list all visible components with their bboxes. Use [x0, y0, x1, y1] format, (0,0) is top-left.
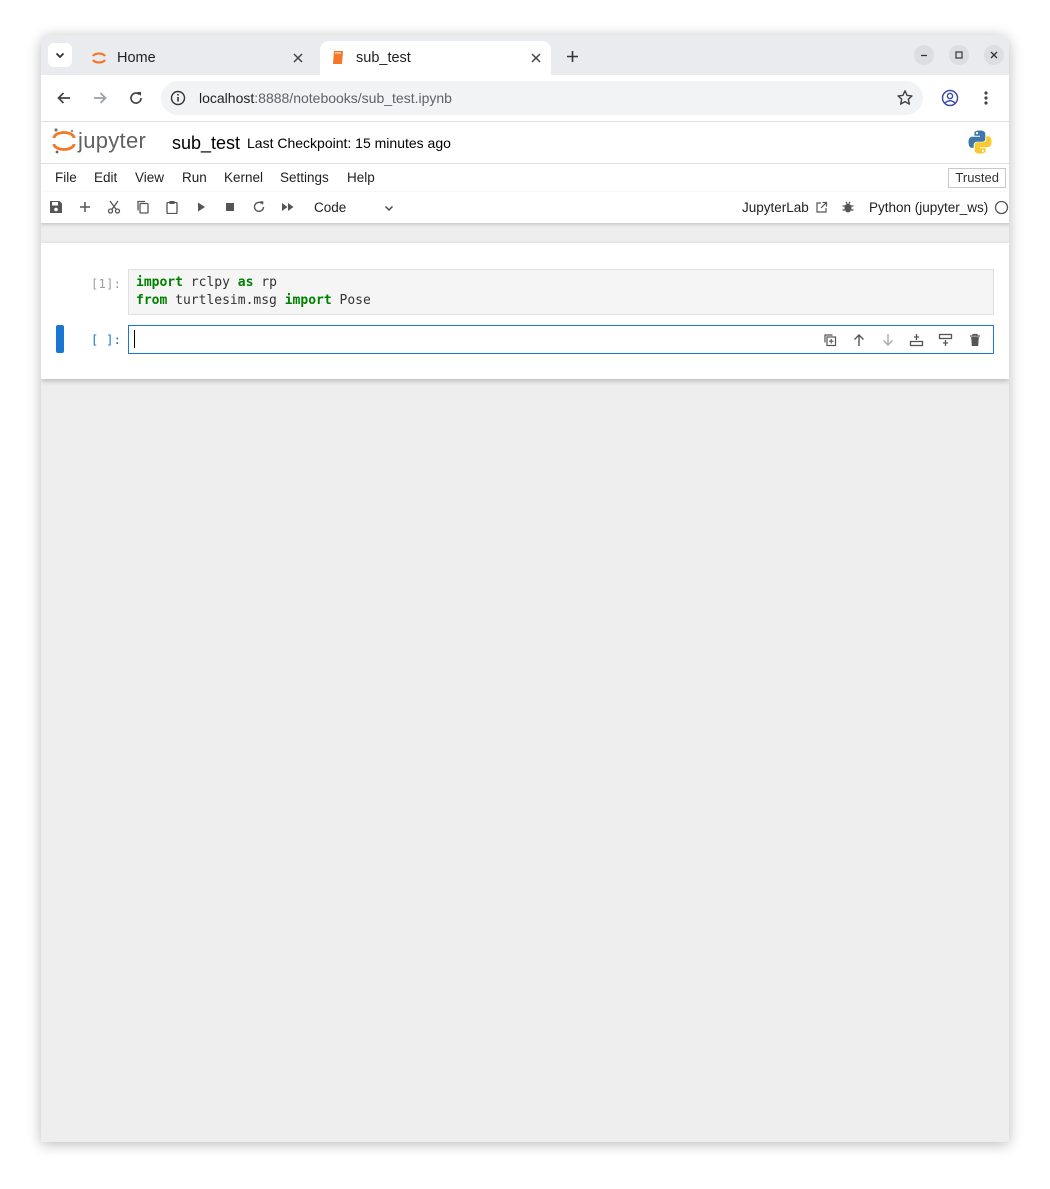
jupyter-header: jupyter sub_test Last Checkpoint: 15 min… [41, 122, 1009, 163]
tab-title: Home [117, 50, 156, 66]
url-host: localhost [199, 90, 255, 106]
jupyter-favicon-icon [91, 50, 107, 66]
save-icon[interactable] [47, 198, 65, 216]
more-vert-icon [984, 91, 988, 105]
browser-window: Home sub_test localhost:8888/notebooks/s… [41, 35, 1009, 1142]
arrow-right-icon [94, 92, 107, 104]
minimize-button[interactable] [914, 45, 934, 65]
site-info-icon[interactable] [169, 89, 187, 107]
account-circle-icon [941, 89, 959, 107]
delete-cell-icon[interactable] [960, 330, 989, 350]
active-code-cell-input[interactable] [128, 325, 994, 354]
bookmark-star-icon[interactable] [895, 88, 915, 108]
code-line: from turtlesim.msg import Pose [129, 292, 993, 310]
notebook-title[interactable]: sub_test [172, 133, 240, 154]
code-token: turtlesim.msg [167, 293, 285, 308]
run-icon[interactable] [192, 198, 210, 216]
tab-strip: Home sub_test [41, 35, 1009, 75]
kernel-name[interactable]: Python (jupyter_ws) [869, 200, 988, 215]
close-icon [990, 51, 998, 59]
text-cursor [134, 330, 135, 348]
chevron-down-icon [55, 52, 65, 59]
tab-search-button[interactable] [48, 43, 72, 67]
code-keyword: from [136, 293, 168, 308]
window-close-button[interactable] [984, 45, 1004, 65]
fast-forward-icon[interactable] [279, 198, 297, 216]
tab-sub-test[interactable]: sub_test [320, 41, 551, 75]
cell-prompt: [ ]: [90, 332, 121, 347]
code-line: import rclpy as rp [129, 274, 993, 292]
duplicate-cell-icon[interactable] [815, 330, 844, 350]
code-keyword: as [237, 275, 254, 290]
code-cell-input[interactable]: import rclpy as rp from turtlesim.msg imp… [128, 269, 994, 315]
trusted-indicator[interactable]: Trusted [948, 168, 1006, 188]
minimize-icon [921, 54, 927, 57]
copy-icon[interactable] [134, 198, 152, 216]
cut-icon[interactable] [105, 198, 123, 216]
move-up-icon[interactable] [844, 330, 873, 350]
maximize-icon [955, 51, 963, 59]
close-tab-icon[interactable] [527, 49, 545, 67]
notebook-panel: [1]: import rclpy as rp from turtlesim.ms… [41, 243, 1009, 379]
insert-above-icon[interactable] [902, 330, 931, 350]
cell-prompt: [1]: [90, 276, 121, 291]
tab-title: sub_test [356, 50, 411, 66]
notebook-favicon-icon [330, 50, 346, 66]
profile-button[interactable] [937, 85, 963, 111]
url-path: :8888/notebooks/sub_test.ipynb [254, 90, 452, 106]
menu-file[interactable]: File [55, 170, 77, 185]
menu-run[interactable]: Run [182, 170, 207, 185]
browser-toolbar: localhost:8888/notebooks/sub_test.ipynb [41, 75, 1009, 122]
reload-button[interactable] [123, 85, 149, 111]
code-token: rclpy [182, 275, 238, 290]
external-link-icon[interactable] [812, 198, 830, 216]
maximize-button[interactable] [949, 45, 969, 65]
new-tab-button[interactable] [561, 45, 583, 67]
back-button[interactable] [51, 85, 77, 111]
bug-icon[interactable] [839, 198, 857, 216]
menu-help[interactable]: Help [347, 170, 375, 185]
chevron-down-icon[interactable] [383, 201, 395, 217]
paste-icon[interactable] [163, 198, 181, 216]
notebook-toolbar: Code JupyterLab Python (jupyter_ws) [41, 192, 1009, 224]
forward-button[interactable] [87, 85, 113, 111]
menu-view[interactable]: View [135, 170, 164, 185]
jupyter-logo-icon [52, 128, 76, 154]
cell-toolbar [815, 330, 989, 350]
cell-type-select[interactable]: Code [314, 200, 346, 215]
tab-home[interactable]: Home [81, 41, 313, 75]
code-token: Pose [331, 293, 371, 308]
jupyter-logo[interactable]: jupyter [52, 127, 146, 155]
reload-icon [130, 92, 142, 104]
code-keyword: import [136, 275, 183, 290]
arrow-left-icon [57, 92, 70, 104]
stop-icon[interactable] [221, 198, 239, 216]
menu-settings[interactable]: Settings [280, 170, 329, 185]
url-text: localhost:8888/notebooks/sub_test.ipynb [199, 89, 452, 107]
jupyter-logo-text: jupyter [78, 128, 147, 153]
browser-menu-button[interactable] [973, 85, 999, 111]
add-cell-icon[interactable] [76, 198, 94, 216]
code-token: rp [253, 275, 277, 290]
menu-edit[interactable]: Edit [94, 170, 117, 185]
address-bar[interactable]: localhost:8888/notebooks/sub_test.ipynb [161, 81, 923, 115]
restart-icon[interactable] [250, 198, 268, 216]
menu-kernel[interactable]: Kernel [224, 170, 263, 185]
menu-bar: File Edit View Run Kernel Settings Help … [41, 163, 1009, 193]
open-jupyterlab-link[interactable]: JupyterLab [742, 200, 809, 215]
last-checkpoint: Last Checkpoint: 15 minutes ago [247, 135, 451, 151]
close-tab-icon[interactable] [289, 49, 307, 67]
move-down-icon[interactable] [873, 330, 902, 350]
kernel-status-idle-icon [992, 198, 1009, 216]
code-block: import rclpy as rp from turtlesim.msg imp… [129, 270, 993, 310]
code-keyword: import [284, 293, 332, 308]
python-logo-icon [967, 129, 993, 158]
plus-icon [566, 50, 578, 62]
insert-below-icon[interactable] [931, 330, 960, 350]
